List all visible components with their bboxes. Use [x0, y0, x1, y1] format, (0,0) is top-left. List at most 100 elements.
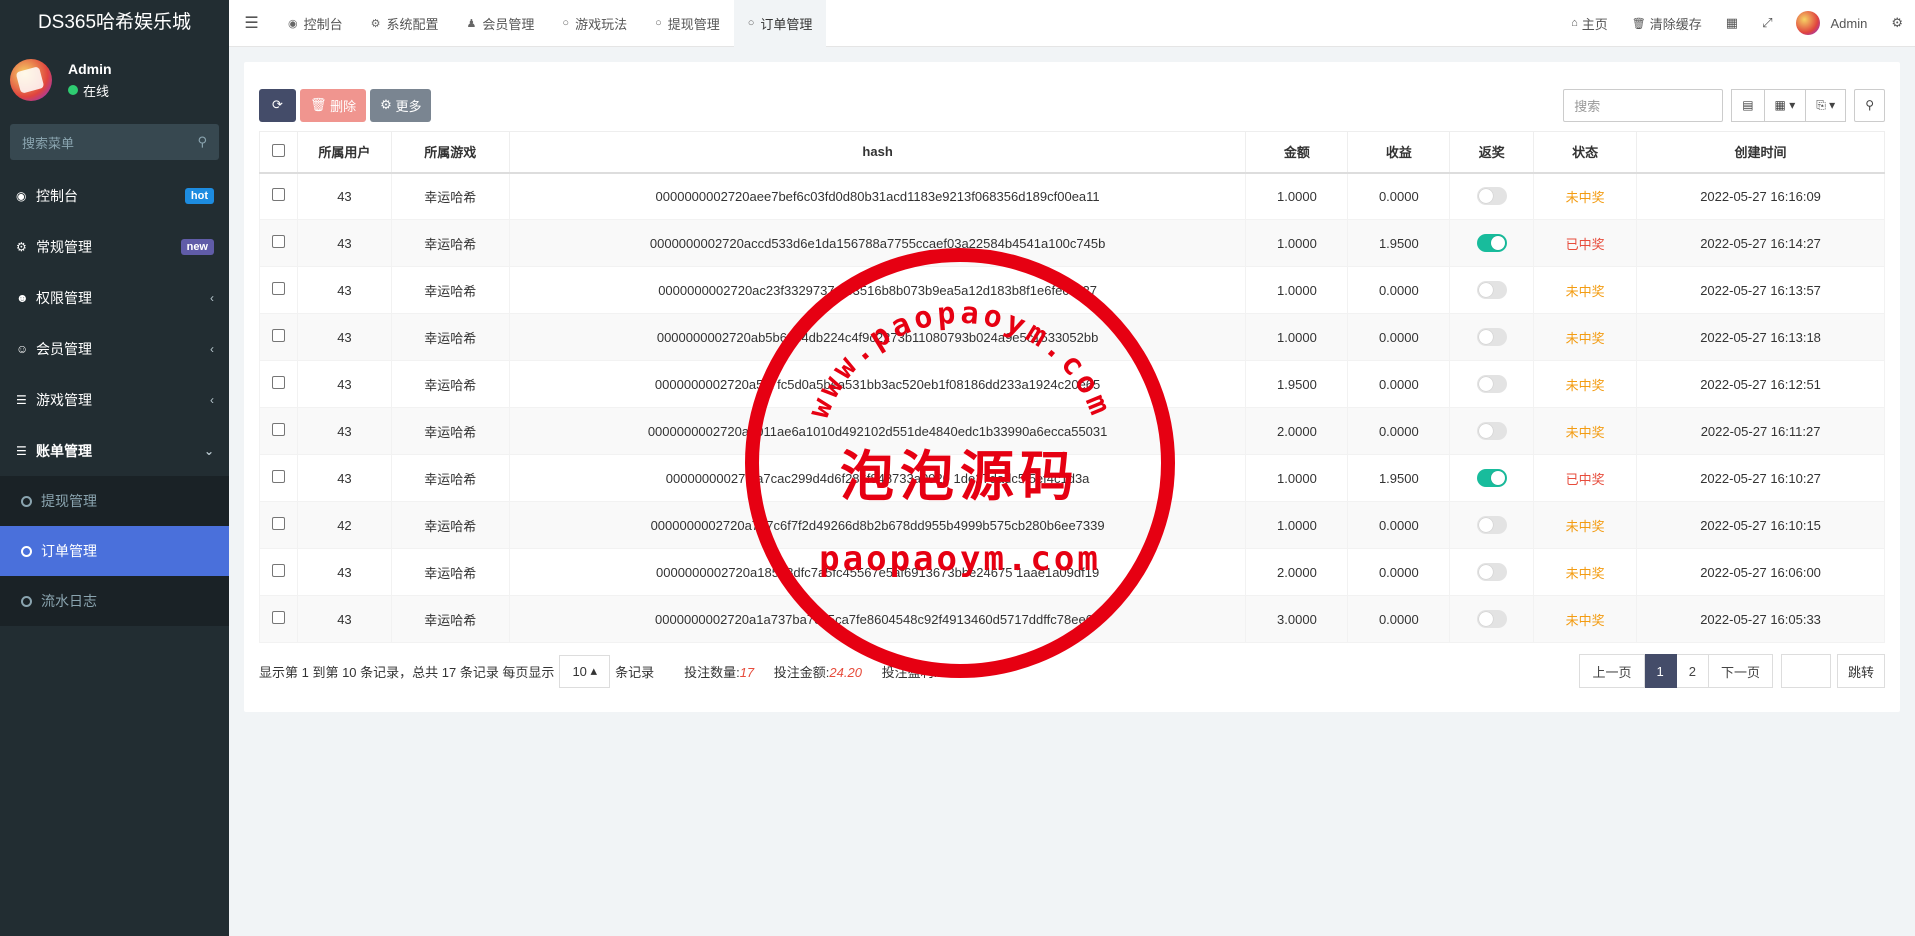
admin-user-menu[interactable]: Admin — [1784, 11, 1879, 35]
prev-page-button[interactable]: 上一页 — [1579, 654, 1645, 688]
column-header[interactable]: 金额 — [1245, 131, 1349, 174]
row-checkbox[interactable] — [271, 235, 285, 248]
rebate-toggle[interactable] — [1476, 469, 1507, 487]
row-select-cell[interactable] — [259, 360, 298, 408]
app-logo-title[interactable]: DS365哈希娱乐城 — [0, 0, 229, 46]
language-icon[interactable]: ▦ — [1714, 15, 1750, 31]
rebate-toggle[interactable] — [1476, 610, 1507, 628]
delete-button[interactable]: 🗑 删除 — [300, 88, 367, 122]
page-button[interactable]: 2 — [1676, 654, 1709, 688]
select-all-header[interactable] — [259, 131, 298, 174]
tab-withdrawals[interactable]: ○ 提现管理 — [641, 0, 734, 47]
chevron-left-icon: ‹ — [210, 290, 214, 305]
select-all-checkbox[interactable] — [271, 143, 285, 157]
table-row[interactable]: 43 幸运哈希 0000000002720ac23f3329737 9e3516b8… — [259, 266, 1885, 314]
menu-search-input[interactable]: 搜索菜单 ⚲ — [10, 124, 219, 160]
game-cell: 幸运哈希 — [390, 501, 510, 549]
sidebar-item-members[interactable]: ☺ 会员管理 ‹ — [0, 323, 229, 374]
tab-orders[interactable]: ○ 订单管理 — [733, 0, 827, 47]
table-row[interactable]: 43 幸运哈希 0000000002720a1a737ba7c75ca7fe8604… — [259, 595, 1885, 643]
sidebar-item-orders[interactable]: 订单管理 — [0, 526, 229, 576]
table-search-input[interactable]: 搜索 — [1563, 88, 1724, 122]
next-page-button[interactable]: 下一页 — [1708, 654, 1773, 688]
amount-cell: 2.0000 — [1245, 548, 1349, 596]
sidebar-item-billing[interactable]: ☰ 账单管理 ⌄ — [0, 425, 229, 476]
rebate-toggle[interactable] — [1476, 234, 1507, 252]
table-row[interactable]: 43 幸运哈希 0000000002720accd533d6e1da156788a7… — [259, 219, 1885, 267]
tab-dashboard[interactable]: ◉ 控制台 — [274, 0, 357, 47]
sidebar-item-games[interactable]: ☰ 游戏管理 ‹ — [0, 374, 229, 425]
user-cell: 43 — [296, 266, 392, 314]
column-header[interactable]: 收益 — [1347, 131, 1451, 174]
column-header[interactable]: 所属用户 — [296, 131, 392, 174]
row-select-cell[interactable] — [259, 501, 298, 549]
table-row[interactable]: 43 幸运哈希 0000000002720a185d8dfc7a5fc45567e5… — [259, 548, 1885, 596]
row-select-cell[interactable] — [259, 407, 298, 455]
tab-members[interactable]: ♟ 会员管理 — [453, 0, 549, 47]
rebate-toggle[interactable] — [1476, 281, 1507, 299]
view-button-group: ▤ ▦ ▾ ⎘ ▾ — [1731, 88, 1847, 122]
table-row[interactable]: 43 幸运哈希 0000000002720a9011ae6a1010d492102d… — [259, 407, 1885, 455]
table-row[interactable]: 43 幸运哈希 0000000002720aee7bef6c03fd0d80b31a… — [259, 172, 1885, 220]
sidebar-item-permissions[interactable]: ☻ 权限管理 ‹ — [0, 272, 229, 323]
row-checkbox[interactable] — [271, 470, 285, 483]
rebate-toggle[interactable] — [1476, 328, 1507, 346]
table-row[interactable]: 43 幸运哈希 0000000002720ab5b6a34db224c4f9c227… — [259, 313, 1885, 361]
row-checkbox[interactable] — [271, 188, 285, 202]
sidebar-item-withdrawals[interactable]: 提现管理 — [0, 476, 229, 526]
created-time-cell: 2022-05-27 16:05:33 — [1636, 595, 1885, 643]
tab-system-config[interactable]: ⚙ 系统配置 — [357, 0, 453, 47]
hamburger-menu-icon[interactable]: ☰ — [229, 13, 274, 33]
export-button[interactable]: ⎘ ▾ — [1806, 88, 1847, 122]
row-select-cell[interactable] — [259, 172, 298, 220]
jump-button[interactable]: 跳转 — [1836, 654, 1885, 688]
row-select-cell[interactable] — [259, 313, 298, 361]
home-link[interactable]: ⌂ 主页 — [1559, 14, 1620, 33]
rebate-toggle[interactable] — [1476, 187, 1507, 206]
settings-icon[interactable]: ⚙ — [1879, 15, 1915, 31]
advanced-search-button[interactable]: ⚲ — [1854, 88, 1885, 122]
column-header[interactable]: 状态 — [1533, 131, 1638, 174]
rebate-toggle[interactable] — [1476, 422, 1507, 440]
rebate-toggle[interactable] — [1476, 375, 1507, 393]
row-checkbox[interactable] — [271, 329, 285, 342]
refresh-button[interactable]: ⟳ — [259, 88, 296, 122]
toggle-view-button[interactable]: ▤ — [1731, 88, 1765, 122]
column-header[interactable]: 返奖 — [1449, 131, 1535, 174]
hash-cell: 0000000002720accd533d6e1da156788a7755cca… — [508, 219, 1247, 267]
column-header[interactable]: 创建时间 — [1636, 131, 1885, 174]
page-button[interactable]: 1 — [1644, 654, 1677, 688]
tab-game-rules[interactable]: ○ 游戏玩法 — [548, 0, 641, 47]
columns-button[interactable]: ▦ ▾ — [1764, 88, 1807, 122]
fullscreen-icon[interactable]: ⤢ — [1750, 15, 1784, 31]
rebate-toggle[interactable] — [1476, 516, 1507, 534]
created-time-cell: 2022-05-27 16:13:18 — [1636, 313, 1885, 361]
row-checkbox[interactable] — [271, 423, 285, 436]
sidebar-item-label: 账单管理 — [36, 442, 92, 459]
row-select-cell[interactable] — [259, 219, 298, 267]
more-button[interactable]: ⚙ 更多 — [370, 88, 432, 122]
row-select-cell[interactable] — [259, 266, 298, 314]
sidebar-item-general[interactable]: ⚙ 常规管理 new — [0, 221, 229, 272]
column-header[interactable]: 所属游戏 — [390, 131, 510, 174]
row-checkbox[interactable] — [271, 611, 285, 624]
table-row[interactable]: 42 幸运哈希 0000000002720a787c6f7f2d49266d8b2b… — [259, 501, 1885, 549]
sidebar-item-flow-log[interactable]: 流水日志 — [0, 576, 229, 626]
row-select-cell[interactable] — [259, 548, 298, 596]
table-row[interactable]: 43 幸运哈希 00000000027 0a7cac299d4d6f286f8487… — [259, 454, 1885, 502]
sidebar-item-dashboard[interactable]: ◉ 控制台 hot — [0, 170, 229, 221]
row-select-cell[interactable] — [259, 595, 298, 643]
row-select-cell[interactable] — [259, 454, 298, 502]
row-checkbox[interactable] — [271, 376, 285, 389]
row-checkbox[interactable] — [271, 282, 285, 295]
table-row[interactable]: 43 幸运哈希 0000000002720a5c7fc5d0a5bea531bb3a… — [259, 360, 1885, 408]
row-checkbox[interactable] — [271, 564, 285, 577]
clear-cache-button[interactable]: 🗑 清除缓存 — [1620, 14, 1714, 33]
column-header[interactable]: hash — [508, 131, 1247, 174]
tab-label: 提现管理 — [667, 16, 720, 32]
row-checkbox[interactable] — [271, 517, 285, 530]
rebate-toggle[interactable] — [1476, 563, 1507, 581]
page-size-select[interactable]: 10 ▴ — [559, 654, 611, 688]
avatar — [10, 59, 52, 101]
jump-page-input[interactable] — [1780, 654, 1831, 688]
